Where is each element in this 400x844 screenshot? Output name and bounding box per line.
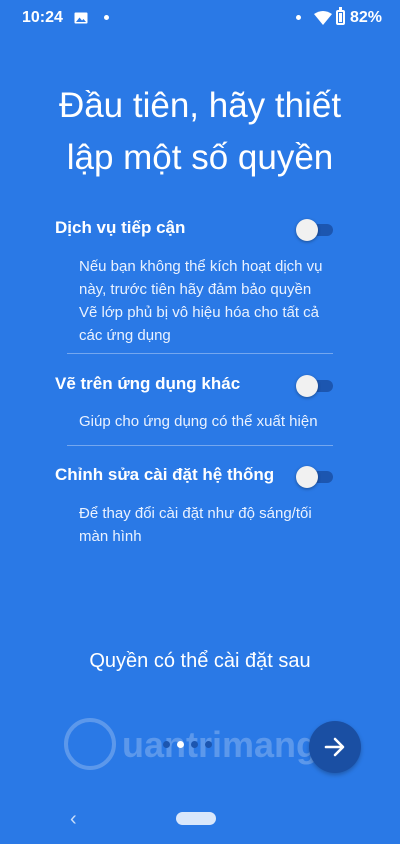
permission-title: Vẽ trên ứng dụng khác — [55, 374, 241, 393]
status-time: 10:24 — [22, 9, 63, 26]
lightbulb-icon — [64, 718, 116, 770]
home-pill-icon[interactable] — [176, 812, 216, 825]
next-button[interactable] — [309, 721, 361, 773]
battery-icon — [336, 7, 345, 25]
watermark-text: uantrimang — [122, 724, 319, 765]
notification-dot-icon — [296, 15, 301, 20]
battery-percent: 82% — [350, 9, 383, 26]
toggle-thumb — [296, 466, 318, 488]
permission-title: Dịch vụ tiếp cận — [55, 218, 186, 237]
permission-description: Giúp cho ứng dụng có thể xuất hiện — [79, 410, 349, 433]
permission-accessibility: Dịch vụ tiếp cận Nếu bạn không thể kích … — [55, 218, 345, 344]
description-line: màn hình — [79, 528, 142, 545]
page-dot — [191, 741, 198, 748]
description-line: Vẽ lớp phủ bị vô hiệu hóa cho tất cả — [79, 304, 319, 321]
page-title-line-2: lập một số quyền — [66, 138, 334, 177]
system-navigation-bar: ‹ — [0, 796, 400, 844]
wifi-icon — [314, 11, 332, 25]
page-dot — [205, 741, 212, 748]
description-line: này, trước tiên hãy đảm bảo quyền — [79, 281, 312, 298]
divider — [67, 353, 333, 354]
permission-draw-over-apps: Vẽ trên ứng dụng khác Giúp cho ứng dụng … — [55, 374, 345, 434]
modify-system-settings-toggle[interactable] — [296, 465, 333, 488]
permission-modify-system-settings: Chỉnh sửa cài đặt hệ thống Để thay đổi c… — [55, 465, 345, 545]
set-later-link[interactable]: Quyền có thể cài đặt sau — [0, 650, 400, 673]
page-title: Đầu tiên, hãy thiết lập một số quyền — [20, 80, 380, 184]
description-line: Giúp cho ứng dụng có thể xuất hiện — [79, 413, 318, 430]
arrow-right-icon — [324, 737, 345, 757]
permission-description: Để thay đổi cài đặt như độ sáng/tối màn … — [79, 502, 349, 548]
description-line: Để thay đổi cài đặt như độ sáng/tối — [79, 505, 312, 522]
divider — [67, 445, 333, 446]
permission-description: Nếu bạn không thể kích hoạt dịch vụ này,… — [79, 255, 349, 347]
draw-over-apps-toggle[interactable] — [296, 374, 333, 397]
toggle-thumb — [296, 375, 318, 397]
page-title-line-1: Đầu tiên, hãy thiết — [58, 86, 342, 125]
page-dot — [163, 741, 170, 748]
description-line: các ứng dụng — [79, 327, 171, 344]
chevron-left-icon[interactable]: ‹ — [70, 808, 77, 831]
status-bar: 10:24 82% — [0, 0, 400, 36]
notification-dot-icon — [104, 15, 109, 20]
toggle-thumb — [296, 219, 318, 241]
permission-title: Chỉnh sửa cài đặt hệ thống — [55, 465, 275, 484]
accessibility-toggle[interactable] — [296, 218, 333, 241]
image-icon — [74, 12, 88, 24]
page-dot-active — [177, 741, 184, 748]
description-line: Nếu bạn không thể kích hoạt dịch vụ — [79, 258, 323, 275]
